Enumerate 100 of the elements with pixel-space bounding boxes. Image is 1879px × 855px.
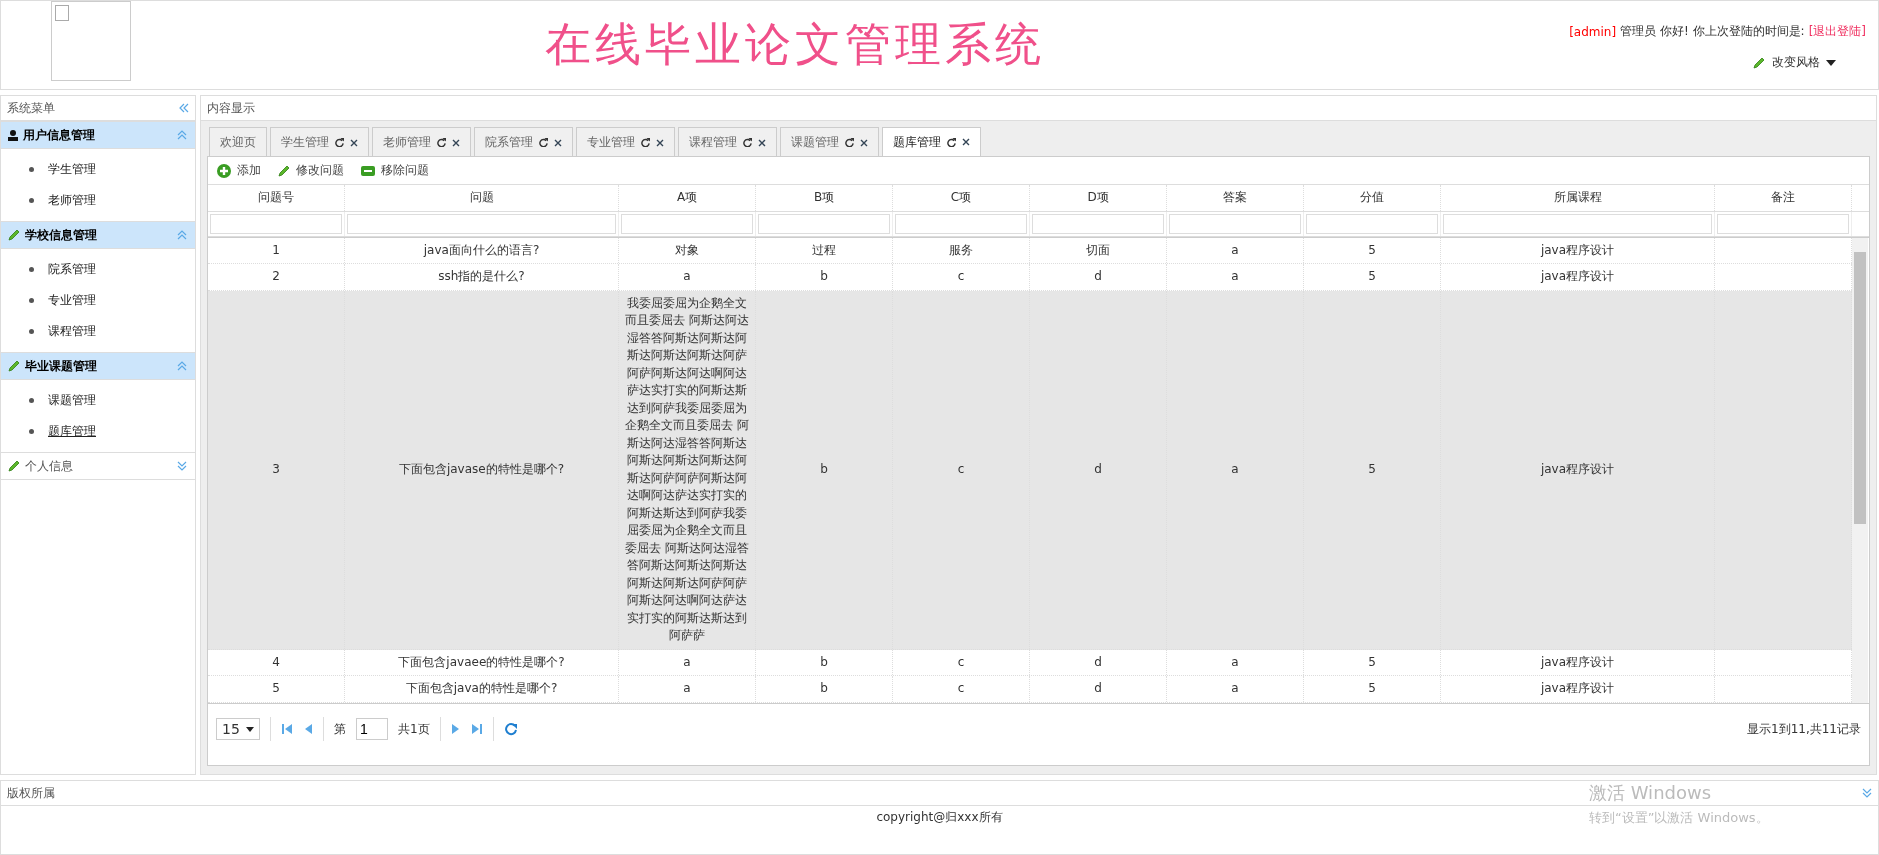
table-row[interactable] bbox=[208, 290, 1852, 650]
chevron-icon[interactable] bbox=[177, 461, 187, 471]
tab[interactable]: 欢迎页 bbox=[209, 127, 267, 157]
toolbar-button[interactable]: 添加 bbox=[216, 162, 261, 179]
tab[interactable]: 专业管理 bbox=[576, 127, 675, 157]
tab[interactable]: 学生管理 bbox=[270, 127, 369, 157]
tab[interactable]: 题库管理 bbox=[882, 127, 981, 157]
scrollbar[interactable] bbox=[1852, 237, 1868, 703]
column-header[interactable]: A项 bbox=[619, 185, 756, 211]
menu-item[interactable]: 院系管理 bbox=[48, 261, 96, 278]
filter-field[interactable] bbox=[1306, 213, 1438, 234]
filter-field[interactable] bbox=[210, 213, 342, 234]
expand-icon[interactable] bbox=[1862, 788, 1872, 798]
menu-item[interactable]: 题库管理 bbox=[48, 423, 96, 440]
menu-group-header[interactable]: 学校信息管理 bbox=[1, 221, 195, 249]
filter-field[interactable] bbox=[1717, 213, 1849, 234]
theme-menu-button[interactable]: 改变风格 bbox=[1752, 54, 1836, 71]
menu-item[interactable]: 学生管理 bbox=[48, 161, 96, 178]
column-header[interactable]: C项 bbox=[893, 185, 1030, 211]
table-cell-text: b bbox=[820, 268, 828, 285]
close-icon[interactable] bbox=[554, 138, 562, 147]
menu-item[interactable]: 老师管理 bbox=[48, 192, 96, 209]
table-cell: b bbox=[820, 653, 828, 671]
toolbar-button[interactable]: 修改问题 bbox=[277, 162, 344, 179]
column-header[interactable]: D项 bbox=[1030, 185, 1167, 211]
chevron-icon[interactable] bbox=[177, 230, 187, 240]
close-icon[interactable] bbox=[962, 138, 970, 146]
filter-field[interactable] bbox=[1443, 213, 1712, 234]
table-cell: 对象 bbox=[675, 241, 699, 259]
record-summary: 显示1到11,共11记录 bbox=[1747, 720, 1861, 738]
tab[interactable]: 课题管理 bbox=[780, 127, 879, 157]
menu-item[interactable]: 课题管理 bbox=[48, 392, 96, 409]
refresh-icon[interactable] bbox=[641, 138, 650, 147]
bullet-icon bbox=[29, 198, 34, 203]
menu-group-header[interactable]: 个人信息 bbox=[1, 452, 195, 480]
collapse-icon[interactable] bbox=[179, 103, 189, 113]
minus-icon bbox=[360, 164, 376, 177]
last-page-icon[interactable] bbox=[470, 723, 483, 735]
menu-group-header[interactable]: 用户信息管理 bbox=[1, 121, 195, 149]
table-cell-text: b bbox=[820, 680, 828, 697]
username: [admin] bbox=[1569, 24, 1617, 39]
table-cell: a bbox=[683, 653, 691, 671]
tab[interactable]: 老师管理 bbox=[372, 127, 471, 157]
close-icon[interactable] bbox=[350, 138, 358, 147]
refresh-icon[interactable] bbox=[947, 137, 956, 147]
pencil-icon bbox=[1752, 55, 1766, 70]
toolbar-button[interactable]: 移除问题 bbox=[360, 162, 429, 179]
refresh-icon[interactable] bbox=[335, 138, 344, 147]
activation-text: 转到“设置”以激活 Windows。 bbox=[1589, 809, 1769, 827]
logout-link[interactable]: [退出登陆] bbox=[1808, 23, 1866, 40]
table-cell: java面向什么的语言? bbox=[423, 241, 540, 259]
chevron-icon[interactable] bbox=[177, 361, 187, 371]
filter-field[interactable] bbox=[1032, 213, 1164, 234]
table-cell: 过程 bbox=[812, 241, 836, 259]
column-header[interactable]: 答案 bbox=[1167, 185, 1304, 211]
table-cell-text: a bbox=[1231, 680, 1239, 697]
close-icon[interactable] bbox=[656, 138, 664, 147]
column-header[interactable]: B项 bbox=[756, 185, 893, 211]
table-row[interactable]: 4 下面包含javaee的特性是哪个? a b c d a 5 java程序设计 bbox=[208, 649, 1852, 676]
refresh-icon[interactable] bbox=[845, 138, 854, 147]
filter-field[interactable] bbox=[1169, 213, 1301, 234]
tab[interactable]: 院系管理 bbox=[474, 127, 573, 157]
table-row[interactable]: 5 下面包含java的特性是哪个? a b c d a 5 java程序设计 bbox=[208, 676, 1852, 703]
activation-title: 激活 Windows bbox=[1589, 781, 1713, 805]
column-header[interactable]: 分值 bbox=[1304, 185, 1441, 211]
filter-field[interactable] bbox=[621, 213, 753, 234]
close-icon[interactable] bbox=[758, 138, 766, 147]
filter-field[interactable] bbox=[895, 213, 1027, 234]
menu-item[interactable]: 课程管理 bbox=[48, 323, 96, 340]
table-row[interactable]: 2 ssh指的是什么? a b c d a 5 java程序设计 bbox=[208, 264, 1852, 291]
bullet-icon bbox=[29, 267, 34, 272]
caret-icon[interactable] bbox=[246, 726, 254, 732]
page-number-field[interactable]: 1 bbox=[356, 718, 388, 740]
chevron-icon[interactable] bbox=[177, 130, 187, 140]
bullet-icon bbox=[29, 298, 34, 303]
column-header[interactable]: 问题 bbox=[345, 185, 619, 211]
table-row[interactable]: 1 java面向什么的语言? 对象 过程 服务 切面 a 5 java程序设计 bbox=[208, 237, 1852, 264]
previous-page-icon[interactable] bbox=[303, 723, 313, 735]
refresh-icon[interactable] bbox=[539, 138, 548, 147]
table-cell-text: a bbox=[1231, 460, 1239, 478]
table-cell: a bbox=[1231, 653, 1239, 671]
pencil-icon bbox=[7, 228, 21, 242]
column-header[interactable]: 备注 bbox=[1715, 185, 1852, 211]
caret-icon[interactable] bbox=[1826, 59, 1836, 66]
refresh-icon[interactable] bbox=[743, 138, 752, 147]
refresh-icon[interactable] bbox=[437, 138, 446, 147]
menu-group-header[interactable]: 毕业课题管理 bbox=[1, 352, 195, 380]
tab[interactable]: 课程管理 bbox=[678, 127, 777, 157]
bullet-icon bbox=[29, 429, 34, 434]
column-header[interactable]: 所属课程 bbox=[1441, 185, 1715, 211]
first-page-icon[interactable] bbox=[281, 723, 293, 735]
filter-field[interactable] bbox=[758, 213, 890, 234]
menu-item[interactable]: 专业管理 bbox=[48, 292, 96, 309]
panel-title: 版权所属 bbox=[7, 784, 55, 802]
column-header[interactable]: 问题号 bbox=[208, 185, 345, 211]
close-icon[interactable] bbox=[860, 138, 868, 147]
page-size-select[interactable]: 15 bbox=[216, 718, 260, 740]
close-icon[interactable] bbox=[452, 138, 460, 147]
filter-field[interactable] bbox=[347, 213, 616, 234]
next-page-icon[interactable] bbox=[450, 723, 461, 735]
